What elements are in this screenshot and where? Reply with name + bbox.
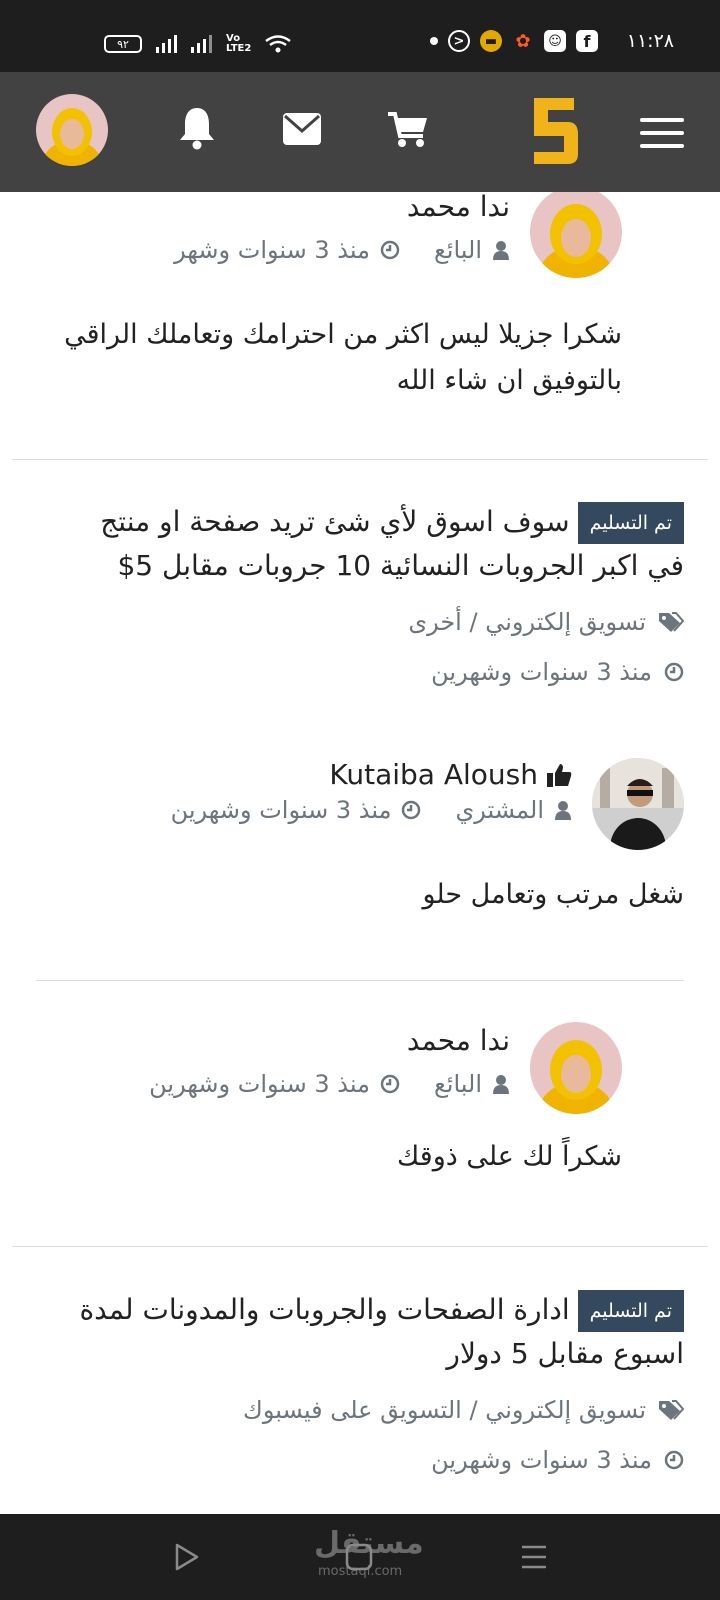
project-title-line[interactable]: سوف اسوق لأي شئ تريد صفحة او منتج xyxy=(100,505,569,538)
reviews-list: ندا محمد البائع منذ 3 سنوات وشهر شكرا جز… xyxy=(0,192,720,1514)
divider xyxy=(12,1246,708,1247)
seller-avatar[interactable] xyxy=(530,1022,622,1114)
seller-time: منذ 3 سنوات وشهر xyxy=(174,236,370,264)
project-category: تسويق إلكتروني / التسويق على فيسبوك xyxy=(243,1396,684,1424)
buyer-review-text: شغل مرتب وتعامل حلو xyxy=(422,879,684,910)
tags-icon xyxy=(659,1400,684,1420)
comment-text: شكرا جزيلا ليس اكثر من احترامك وتعاملك ا… xyxy=(64,312,622,404)
buyer-role: المشتري xyxy=(455,796,544,824)
category-text[interactable]: تسويق إلكتروني / أخرى xyxy=(408,608,646,636)
buyer-meta: المشتري منذ 3 سنوات وشهرين xyxy=(171,796,572,824)
buyer-avatar[interactable] xyxy=(592,758,684,850)
project-title[interactable]: تم التسليمسوف اسوق لأي شئ تريد صفحة او م… xyxy=(64,500,684,588)
seller-name[interactable]: ندا محمد xyxy=(407,192,510,223)
project-time: منذ 3 سنوات وشهرين xyxy=(431,658,684,686)
facebook-icon: f xyxy=(576,30,598,52)
status-bar: ٩٢ Vo LTE2 > ▬ ✿ ☺ f ١١:٢٨ xyxy=(0,0,720,72)
app-icon: ✿ xyxy=(515,30,531,52)
logo[interactable] xyxy=(528,94,580,168)
seller-role: البائع xyxy=(434,236,482,264)
seller-name[interactable]: ندا محمد xyxy=(407,1024,510,1057)
project-title-line[interactable]: في اكبر الجروبات النسائية 10 جروبات مقاب… xyxy=(117,549,684,582)
signal-2-icon xyxy=(191,35,212,53)
project-title-line[interactable]: ادارة الصفحات والجروبات والمدونات لمدة xyxy=(79,1293,569,1326)
status-badge: تم التسليم xyxy=(577,1290,684,1332)
seller-meta: البائع منذ 3 سنوات وشهر xyxy=(174,236,510,264)
seller-meta: البائع منذ 3 سنوات وشهرين xyxy=(149,1070,510,1098)
buyer-name[interactable]: Kutaiba Aloush xyxy=(329,758,538,791)
seller-role: البائع xyxy=(434,1070,482,1098)
battery-level: ٩٢ xyxy=(117,37,129,51)
wifi-icon xyxy=(265,35,291,53)
clock-icon xyxy=(402,800,421,820)
system-nav-bar: مستقل mostaql.com xyxy=(0,1514,720,1600)
project-title[interactable]: تم التسليمادارة الصفحات والجروبات والمدو… xyxy=(64,1288,684,1376)
profile-avatar[interactable] xyxy=(36,94,108,166)
battery-icon: ٩٢ xyxy=(104,35,142,53)
project-title-line[interactable]: اسبوع مقابل 5 دولار xyxy=(446,1337,684,1370)
divider xyxy=(12,459,708,460)
buyer-time: منذ 3 سنوات وشهرين xyxy=(170,796,392,824)
comment-line: بالتوفيق ان شاء الله xyxy=(396,365,622,396)
cart-icon[interactable] xyxy=(386,110,430,148)
thumbs-up-icon xyxy=(547,763,572,787)
signal-1-icon xyxy=(156,35,177,53)
seller-avatar[interactable] xyxy=(530,192,622,278)
app-header xyxy=(0,72,720,192)
back-icon[interactable] xyxy=(174,1542,200,1572)
coin-icon: ▬ xyxy=(480,30,502,52)
user-icon xyxy=(555,801,571,820)
user-icon xyxy=(493,241,509,260)
divider xyxy=(36,980,684,981)
seller-time: منذ 3 سنوات وشهرين xyxy=(149,1070,370,1098)
clock: ١١:٢٨ xyxy=(626,30,674,52)
seller-reply-text: شكراً لك على ذوقك xyxy=(397,1141,622,1172)
clock-icon xyxy=(380,1074,400,1094)
status-badge: تم التسليم xyxy=(577,502,684,544)
buyer-name-row: Kutaiba Aloush xyxy=(329,758,572,791)
clock-icon xyxy=(380,240,400,260)
project-time: منذ 3 سنوات وشهرين xyxy=(431,1446,684,1474)
clock-icon xyxy=(664,1450,684,1470)
user-icon xyxy=(493,1075,509,1094)
time-text: منذ 3 سنوات وشهرين xyxy=(431,658,652,686)
status-notification-icons: > ▬ ✿ ☺ f xyxy=(430,30,598,52)
volte-icon: Vo LTE2 xyxy=(226,33,252,54)
time-text: منذ 3 سنوات وشهرين xyxy=(431,1446,652,1474)
mail-icon[interactable] xyxy=(282,112,322,146)
bell-icon[interactable] xyxy=(178,106,216,150)
home-icon[interactable] xyxy=(344,1542,374,1572)
category-text[interactable]: تسويق إلكتروني / التسويق على فيسبوك xyxy=(243,1396,646,1424)
comment-line: شكرا جزيلا ليس اكثر من احترامك وتعاملك ا… xyxy=(64,319,622,350)
recents-icon[interactable] xyxy=(520,1544,548,1570)
project-category: تسويق إلكتروني / أخرى xyxy=(408,608,684,636)
menu-icon[interactable] xyxy=(640,118,684,148)
snapchat-icon: ☺ xyxy=(544,30,566,52)
status-left-icons: ٩٢ Vo LTE2 xyxy=(104,34,292,54)
dot-icon xyxy=(430,37,438,45)
clock-icon xyxy=(664,662,684,682)
play-circle-icon: > xyxy=(448,30,470,52)
tags-icon xyxy=(659,612,684,632)
